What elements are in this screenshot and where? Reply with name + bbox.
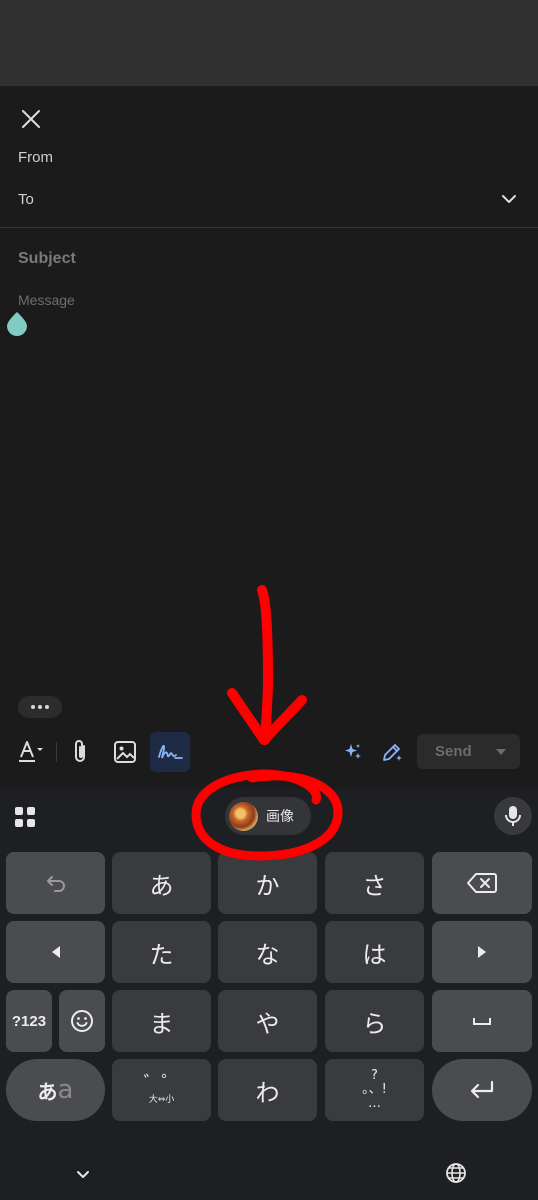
hide-keyboard-chevron-icon[interactable] <box>73 1164 93 1184</box>
key-wa[interactable]: わ <box>218 1059 317 1121</box>
compose-screen: From To Subject Message Send <box>0 86 538 789</box>
chip-label: 画像 <box>266 808 294 824</box>
subject-input[interactable]: Subject <box>18 250 76 268</box>
dakuten-key[interactable]: ゛゜ 大⇔小 <box>112 1059 211 1121</box>
toolbar-separator <box>56 742 57 762</box>
pen-sparkle-icon <box>383 744 402 761</box>
to-field[interactable]: To <box>18 191 34 208</box>
ai-assist-button[interactable] <box>333 732 373 772</box>
image-icon <box>114 741 136 763</box>
punctuation-key[interactable]: ? 。、! … <box>325 1059 424 1121</box>
key-ma[interactable]: ま <box>112 990 211 1052</box>
emoji-icon <box>71 1010 93 1032</box>
from-field[interactable]: From <box>18 149 53 166</box>
question-label: ? <box>371 1068 378 1083</box>
key-ha[interactable]: は <box>325 921 424 983</box>
message-input[interactable]: Message <box>18 292 75 308</box>
arrow-right-icon <box>478 946 486 958</box>
undo-icon <box>46 876 65 892</box>
send-label: Send <box>435 743 472 760</box>
voice-input-button[interactable] <box>494 797 532 835</box>
close-icon <box>22 110 40 128</box>
insert-image-button[interactable] <box>105 732 145 772</box>
size-toggle-label: 大⇔小 <box>148 1095 175 1105</box>
more-options-button[interactable] <box>18 696 62 718</box>
text-format-icon <box>19 741 43 762</box>
key-ta[interactable]: た <box>112 921 211 983</box>
key-na[interactable]: な <box>218 921 317 983</box>
cursor-right-key[interactable] <box>432 921 532 983</box>
signature-button[interactable] <box>150 732 190 772</box>
chevron-down-icon[interactable] <box>500 190 518 208</box>
input-mode-key[interactable]: あ a <box>6 1059 105 1121</box>
text-format-button[interactable] <box>12 732 52 772</box>
latin-mode-label: a <box>57 1075 74 1105</box>
space-icon <box>473 1018 491 1025</box>
emoji-key[interactable] <box>59 990 105 1052</box>
dot <box>38 705 42 709</box>
key-a[interactable]: あ <box>112 852 211 914</box>
arrow-left-icon <box>51 946 60 958</box>
grid-icon <box>15 807 35 827</box>
send-options-caret-icon[interactable] <box>496 748 506 755</box>
food-thumbnail <box>229 801 258 831</box>
divider <box>0 227 538 228</box>
signature-icon <box>158 744 183 759</box>
cursor-left-key[interactable] <box>6 921 105 983</box>
keyboard: 画像 あ か さ た な は ?123 ま や ら あ a ゛゜ 大⇔小 わ ?… <box>0 789 538 1200</box>
symbols-key[interactable]: ?123 <box>6 990 52 1052</box>
backspace-icon <box>467 873 497 893</box>
dot <box>45 705 49 709</box>
image-suggestion-chip[interactable]: 画像 <box>225 797 311 835</box>
text-cursor-handle[interactable] <box>6 311 28 336</box>
keyboard-toolbar: 画像 <box>0 789 538 843</box>
send-button[interactable]: Send <box>417 734 520 769</box>
key-ya[interactable]: や <box>218 990 317 1052</box>
keyboard-apps-button[interactable] <box>10 802 40 832</box>
dakuten-label: ゛゜ <box>143 1073 180 1094</box>
ellipsis-label: … <box>368 1096 381 1111</box>
hiragana-mode-label: あ <box>37 1079 58 1104</box>
backspace-key[interactable] <box>432 852 532 914</box>
undo-key[interactable] <box>6 852 105 914</box>
punct-label: 。、! <box>362 1082 387 1097</box>
space-key[interactable] <box>432 990 532 1052</box>
enter-key[interactable] <box>432 1059 532 1121</box>
dot <box>31 705 35 709</box>
microphone-icon <box>505 806 521 826</box>
key-ra[interactable]: ら <box>325 990 424 1052</box>
key-sa[interactable]: さ <box>325 852 424 914</box>
attach-button[interactable] <box>61 732 101 772</box>
ai-sparkle-icon <box>345 744 361 759</box>
attachment-icon <box>75 740 85 762</box>
key-ka[interactable]: か <box>218 852 317 914</box>
globe-icon[interactable] <box>445 1162 467 1184</box>
help-me-write-button[interactable] <box>372 732 412 772</box>
enter-icon <box>470 1080 494 1099</box>
status-bar <box>0 0 538 86</box>
close-button[interactable] <box>14 102 48 136</box>
